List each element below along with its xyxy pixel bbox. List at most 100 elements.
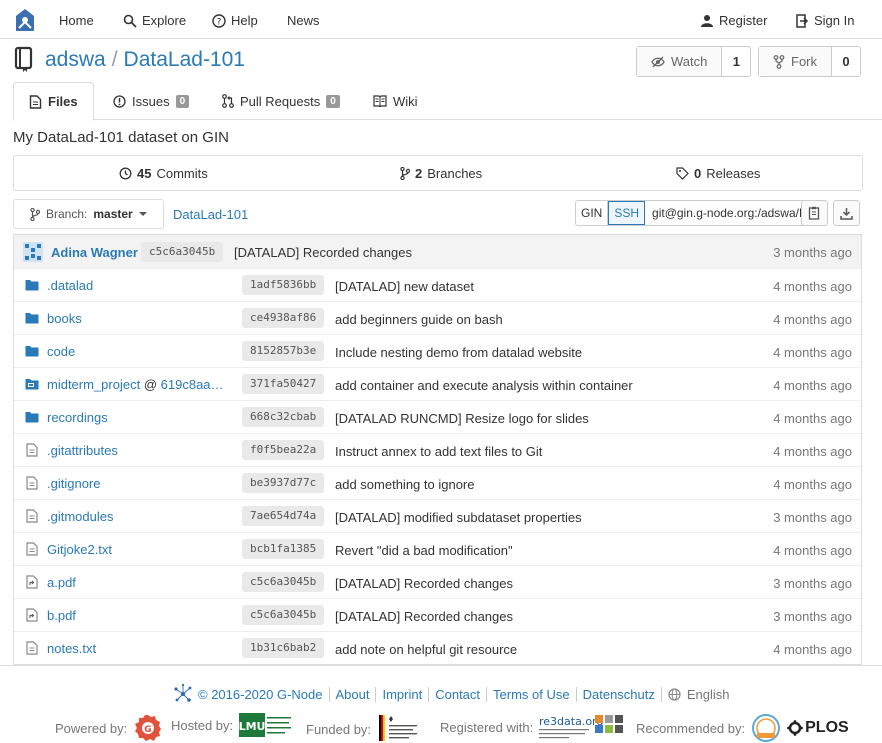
registered-with: Registered with: re3data.org — [440, 713, 627, 741]
file-name-link[interactable]: .gitattributes — [47, 443, 118, 458]
commit-message-link[interactable]: add container and execute analysis withi… — [335, 378, 633, 393]
commit-message-link[interactable]: Include nesting demo from datalad websit… — [335, 345, 582, 360]
commit-sha-link[interactable]: 8152857b3e — [242, 341, 325, 361]
language-selector[interactable]: English — [660, 686, 730, 702]
watch-button[interactable]: Watch — [637, 47, 723, 76]
avatar[interactable] — [23, 242, 43, 262]
commit-message-link[interactable]: Instruct annex to add text files to Git — [335, 444, 542, 459]
fork-count[interactable]: 0 — [832, 47, 860, 76]
nav-news-label: News — [287, 13, 320, 28]
commit-sha-link[interactable]: bcb1fa1385 — [242, 539, 325, 559]
commit-message-link[interactable]: add beginners guide on bash — [335, 312, 503, 327]
file-name-link[interactable]: b.pdf — [47, 608, 76, 623]
tab-pull-requests[interactable]: Pull Requests 0 — [222, 82, 340, 120]
caret-down-icon — [138, 212, 147, 216]
commit-sha-link[interactable]: 371fa50427 — [242, 374, 325, 394]
clone-ssh-button[interactable]: SSH — [608, 201, 646, 225]
nav-news-link[interactable]: News — [287, 13, 320, 28]
commit-message-link[interactable]: [DATALAD] new dataset — [335, 279, 474, 294]
footer-copyright-link[interactable]: © 2016-2020 G-Node — [198, 687, 329, 702]
path-breadcrumb[interactable]: DataLad-101 — [173, 207, 248, 222]
tab-issues[interactable]: Issues 0 — [113, 82, 190, 120]
tab-files-label: Files — [48, 94, 78, 109]
file-name-link[interactable]: notes.txt — [47, 641, 96, 656]
footer-about-link[interactable]: About — [328, 686, 376, 702]
commit-sha-link[interactable]: c5c6a3045b — [242, 572, 325, 592]
commit-sha-link[interactable]: f0f5bea22a — [242, 440, 325, 460]
file-name-link[interactable]: a.pdf — [47, 575, 76, 590]
nav-explore-link[interactable]: Explore — [123, 13, 186, 28]
file-name-link[interactable]: recordings — [47, 410, 108, 425]
tab-files[interactable]: Files — [13, 82, 94, 121]
repo-stats-bar: 45 Commits 2 Branches 0 Releases — [13, 155, 863, 191]
watch-label: Watch — [671, 54, 708, 69]
commit-message-link[interactable]: [DATALAD RUNCMD] Resize logo for slides — [335, 411, 589, 426]
hosted-by: Hosted by: LMU — [171, 713, 293, 737]
file-name-link[interactable]: .gitignore — [47, 476, 100, 491]
file-row: b.pdf c5c6a3045b [DATALAD] Recorded change… — [14, 598, 861, 631]
commit-sha-link[interactable]: 668c32cbab — [242, 407, 325, 427]
gin-logo-icon[interactable] — [14, 8, 36, 32]
branch-dropdown[interactable]: Branch: master — [13, 199, 164, 229]
commit-message-link[interactable]: add something to ignore — [335, 477, 474, 492]
repo-name-link[interactable]: DataLad-101 — [124, 48, 245, 71]
commit-message-link[interactable]: Revert "did a bad modification" — [335, 543, 513, 558]
commit-sha-link[interactable]: c5c6a3045b — [141, 242, 224, 262]
commit-message-link[interactable]: [DATALAD] Recorded changes — [335, 609, 513, 624]
commit-message-link[interactable]: [DATALAD] modified subdataset properties — [335, 510, 582, 525]
gogs-logo-icon[interactable]: G — [133, 713, 163, 743]
clone-gin-button[interactable]: GIN — [576, 201, 609, 225]
lmu-logo-text: LMU — [239, 720, 265, 733]
file-name-link[interactable]: .gitmodules — [47, 509, 113, 524]
gnode-logo-icon — [174, 683, 192, 702]
commit-message-link[interactable]: [DATALAD] Recorded changes — [335, 576, 513, 591]
nav-help-link[interactable]: ? Help — [212, 13, 258, 28]
footer-contact-link[interactable]: Contact — [428, 686, 486, 702]
tab-wiki[interactable]: Wiki — [373, 82, 418, 120]
file-name-link[interactable]: books — [47, 311, 82, 326]
submodule-commit-link[interactable]: 619c8aa… — [161, 377, 224, 392]
nav-home-link[interactable]: Home — [59, 13, 94, 28]
issues-count-badge: 0 — [175, 94, 190, 108]
commits-stat[interactable]: 45 Commits — [119, 166, 208, 181]
re3data-logo-icon[interactable]: re3data.org — [539, 713, 627, 741]
copy-clipboard-button[interactable] — [801, 200, 828, 226]
fork-button[interactable]: Fork — [759, 47, 832, 76]
commit-sha-link[interactable]: 1b31c6bab2 — [242, 638, 325, 658]
commit-author-link[interactable]: Adina Wagner — [51, 245, 138, 260]
download-button[interactable] — [833, 200, 860, 226]
latest-commit-header: Adina Wagner c5c6a3045b [DATALAD] Record… — [14, 234, 861, 268]
plos-logo-text[interactable]: PLOS — [805, 719, 849, 737]
commit-sha-link[interactable]: be3937d77c — [242, 473, 325, 493]
git-branch-icon — [400, 167, 410, 180]
pull-requests-count-badge: 0 — [326, 94, 340, 108]
file-name-link[interactable]: midterm_project — [47, 377, 140, 392]
watch-count[interactable]: 1 — [722, 47, 750, 76]
recommended-by-label: Recommended by: — [636, 720, 746, 736]
nav-signin-link[interactable]: Sign In — [795, 13, 854, 28]
branch-name: master — [93, 207, 133, 221]
footer-datenschutz-link[interactable]: Datenschutz — [575, 686, 661, 702]
scientific-data-badge-icon[interactable] — [751, 713, 781, 743]
footer-terms-link[interactable]: Terms of Use — [486, 686, 576, 702]
clone-url-input[interactable]: git@gin.g-node.org:/adswa/D — [645, 201, 807, 225]
bmbf-logo-icon[interactable] — [377, 713, 421, 743]
file-name-link[interactable]: .datalad — [47, 278, 93, 293]
file-name-link[interactable]: Gitjoke2.txt — [47, 542, 112, 557]
commit-sha-link[interactable]: 7ae654d74a — [242, 506, 325, 526]
commit-age: 4 months ago — [773, 378, 852, 393]
commit-age: 4 months ago — [773, 477, 852, 492]
file-name-link[interactable]: code — [47, 344, 75, 359]
commit-sha-link[interactable]: c5c6a3045b — [242, 605, 325, 625]
releases-stat[interactable]: 0 Releases — [676, 166, 760, 181]
branch-prefix: Branch: — [46, 207, 88, 221]
footer-imprint-link[interactable]: Imprint — [375, 686, 428, 702]
branches-stat[interactable]: 2 Branches — [400, 166, 482, 181]
commit-message-link[interactable]: add note on helpful git resource — [335, 642, 517, 657]
lmu-logo-icon[interactable]: LMU — [239, 713, 293, 737]
commit-sha-link[interactable]: 1adf5836bb — [242, 275, 325, 295]
nav-register-link[interactable]: Register — [700, 13, 767, 28]
commit-sha-link[interactable]: ce4938af86 — [242, 308, 325, 328]
repo-owner-link[interactable]: adswa — [45, 48, 106, 71]
top-navbar: Home Explore ? Help News Register Sign I… — [0, 0, 882, 39]
